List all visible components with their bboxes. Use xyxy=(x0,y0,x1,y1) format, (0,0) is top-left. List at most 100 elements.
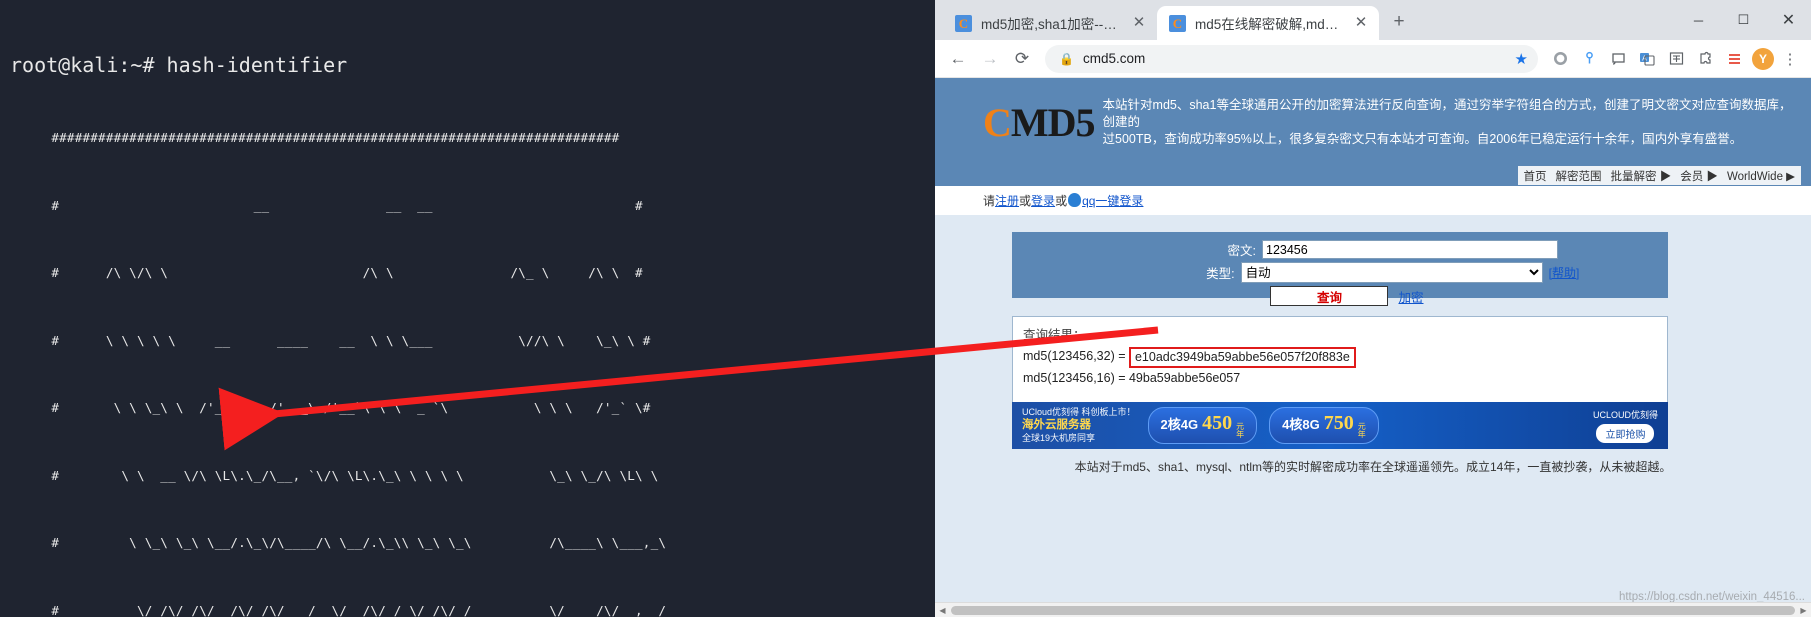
forward-button-icon[interactable]: → xyxy=(975,44,1005,74)
ad-offer-1-core: 2核4G xyxy=(1160,417,1199,432)
cipher-input[interactable] xyxy=(1262,240,1558,259)
scroll-right-arrow-icon[interactable]: ▶ xyxy=(1796,606,1811,615)
ad-offer-2-price: 750 xyxy=(1323,412,1354,434)
result-hash-highlighted: e10adc3949ba59abbe56e057f20f883e xyxy=(1128,347,1356,368)
ad-banner[interactable]: UCloud优刻得 科创板上市！ 海外云服务器 全球19大机房同享 2核4G 4… xyxy=(1012,402,1668,449)
puzzle-icon[interactable] xyxy=(1692,46,1718,72)
nav-item-member[interactable]: 会员 ▶ xyxy=(1680,168,1718,184)
nav-item-scope[interactable]: 解密范围 xyxy=(1556,168,1602,184)
browser-tab-2[interactable]: C md5在线解密破解,md5解密加密 ✕ xyxy=(1157,6,1379,40)
encrypt-link[interactable]: 加密 xyxy=(1398,287,1423,306)
register-link[interactable]: 注册 xyxy=(995,194,1019,208)
banner-line: # \ \_\ \_\ \__/.\_\/\____/\ \__/.\_\\ \… xyxy=(28,535,667,551)
result-line-16: md5(123456,16) = 49ba59abbe56e057 xyxy=(1023,371,1241,385)
translate-icon[interactable]: A xyxy=(1634,46,1660,72)
ad-unit-bottom: 年 xyxy=(1357,430,1366,439)
site-nav: 首页 解密范围 批量解密 ▶ 会员 ▶ WorldWide ▶ xyxy=(935,166,1811,186)
ad-offer-2: 4核8G 750 元年 xyxy=(1269,407,1379,444)
cast-icon[interactable] xyxy=(1605,46,1631,72)
ad-right: UCLOUD优刻得 立即抢购 xyxy=(1593,408,1668,443)
ad-offer-1-unit: 元年 xyxy=(1236,423,1244,439)
ad-unit-bottom: 年 xyxy=(1236,430,1245,439)
profile-avatar[interactable]: Y xyxy=(1752,47,1774,70)
cipher-row: 密文: xyxy=(1012,240,1668,259)
logo-letter-c: C xyxy=(983,99,1012,145)
ad-offer-1-price: 450 xyxy=(1202,412,1233,434)
submit-row: 查询 加密 xyxy=(1012,286,1668,306)
browser-window[interactable]: C md5加密,sha1加密--cmd5 ✕ C md5在线解密破解,md5解密… xyxy=(935,0,1811,617)
minimize-button[interactable]: ─ xyxy=(1676,4,1721,36)
site-header: CMD5 本站针对md5、sha1等全球通用公开的加密算法进行反向查询，通过穷举… xyxy=(935,78,1811,166)
web-page-viewport: CMD5 本站针对md5、sha1等全球通用公开的加密算法进行反向查询，通过穷举… xyxy=(935,78,1811,617)
lock-icon: 🔒 xyxy=(1059,51,1074,66)
ad-left: UCloud优刻得 科创板上市！ 海外云服务器 全球19大机房同享 xyxy=(1012,406,1136,445)
horizontal-scrollbar[interactable]: ◀ ▶ xyxy=(935,602,1811,617)
qq-login-link[interactable]: qq一键登录 xyxy=(1082,194,1143,208)
login-row: 请注册或登录或 qq一键登录 xyxy=(935,186,1811,215)
terminal-command: hash-identifier xyxy=(166,53,348,78)
pin-icon[interactable] xyxy=(1576,46,1602,72)
site-description-line-2: 过500TB，查询成功率95%以上，很多复杂密文只有本站才可查询。自2006年已… xyxy=(1102,131,1743,146)
ime-icon[interactable] xyxy=(1663,46,1689,72)
login-or-2: 或 xyxy=(1055,194,1068,208)
query-button[interactable]: 查询 xyxy=(1270,286,1389,306)
new-tab-button[interactable]: + xyxy=(1385,9,1413,37)
result-title: 查询结果： xyxy=(1023,328,1086,342)
terminal-window[interactable]: root@kali:~# hash-identifier ###########… xyxy=(0,0,935,617)
address-bar[interactable]: 🔒 cmd5.com ★ xyxy=(1045,44,1538,73)
cmd5-logo[interactable]: CMD5 xyxy=(983,99,1096,146)
nav-item-home[interactable]: 首页 xyxy=(1524,168,1547,184)
banner-line: # \ \ __ \/\ \L\.\_/\__, `\/\ \L\.\_\ \ … xyxy=(28,467,659,483)
signin-link[interactable]: 登录 xyxy=(1031,194,1055,208)
back-button-icon[interactable]: ← xyxy=(943,44,973,74)
ad-headline: 海外云服务器 xyxy=(1022,419,1091,431)
browser-tab-1[interactable]: C md5加密,sha1加密--cmd5 ✕ xyxy=(943,6,1157,40)
bookmark-star-icon[interactable]: ★ xyxy=(1515,50,1528,68)
result-line-32: md5(123456,32) = e10adc3949ba59abbe56e05… xyxy=(1023,346,1667,368)
nav-item-batch[interactable]: 批量解密 ▶ xyxy=(1611,168,1672,184)
result-line-32-prefix: md5(123456,32) = xyxy=(1023,349,1129,363)
ad-brand: UCLOUD优刻得 xyxy=(1592,410,1658,420)
ad-offer-2-unit: 元年 xyxy=(1358,423,1366,439)
page-body: 密文: 类型: 自动 [帮助] 查询 加密 xyxy=(935,215,1811,617)
window-close-button[interactable]: ✕ xyxy=(1766,4,1811,36)
scrollbar-thumb[interactable] xyxy=(951,605,1795,615)
tab-strip: C md5加密,sha1加密--cmd5 ✕ C md5在线解密破解,md5解密… xyxy=(935,0,1811,40)
cipher-label: 密文: xyxy=(1227,244,1256,258)
banner-line: # __ __ __ # xyxy=(28,197,643,213)
logo-letters-md5: MD5 xyxy=(1010,99,1096,145)
ad-offer-1: 2核4G 450 元年 xyxy=(1147,407,1258,444)
ad-offer-2-core: 4核8G xyxy=(1282,417,1320,432)
maximize-button[interactable]: ☐ xyxy=(1721,4,1766,36)
site-description-line-1: 本站针对md5、sha1等全球通用公开的加密算法进行反向查询，通过穷举字符组合的… xyxy=(1102,97,1792,129)
list-icon[interactable] xyxy=(1721,46,1747,72)
banner-line: # \ \ \_\ \ /'__`\ /',__\ /'__`\ \ \ _ `… xyxy=(28,400,651,416)
terminal-prompt-line: root@kali:~# hash-identifier xyxy=(8,53,935,79)
type-select[interactable]: 自动 xyxy=(1240,262,1543,283)
circle-icon[interactable] xyxy=(1547,46,1573,72)
type-label: 类型: xyxy=(1206,267,1235,281)
terminal-prompt: root@kali:~# xyxy=(10,53,167,78)
ad-subline: 全球19大机房同享 xyxy=(1022,433,1096,443)
reload-button-icon[interactable]: ⟳ xyxy=(1007,44,1037,74)
window-controls: ─ ☐ ✕ xyxy=(1676,0,1811,40)
site-description: 本站针对md5、sha1等全球通用公开的加密算法进行反向查询，通过穷举字符组合的… xyxy=(1103,97,1793,148)
tab-close-icon[interactable]: ✕ xyxy=(1353,15,1369,31)
tab-close-icon[interactable]: ✕ xyxy=(1131,15,1147,31)
site-nav-items: 首页 解密范围 批量解密 ▶ 会员 ▶ WorldWide ▶ xyxy=(1517,166,1801,185)
ad-badge: UCloud优刻得 科创板上市！ xyxy=(1022,407,1136,417)
scroll-left-arrow-icon[interactable]: ◀ xyxy=(935,606,950,615)
banner-line: # /\ \/\ \ /\ \ /\_ \ /\ \ # xyxy=(28,265,643,281)
nav-item-worldwide[interactable]: WorldWide ▶ xyxy=(1727,169,1795,183)
url-text: cmd5.com xyxy=(1082,51,1146,66)
banner-line: # \ \ \ \ \ __ ____ __ \ \ \___ \//\ \ \… xyxy=(28,332,651,348)
ad-cta-button[interactable]: 立即抢购 xyxy=(1596,424,1655,443)
site-footnote: 本站对于md5、sha1、mysql、ntlm等的实时解密成功率在全球遥遥领先。… xyxy=(1074,460,1672,474)
cmd5-favicon-icon: C xyxy=(955,14,972,32)
browser-menu-icon[interactable]: ⋮ xyxy=(1777,46,1803,72)
qq-icon xyxy=(1068,193,1082,207)
login-or: 或 xyxy=(1019,194,1032,208)
banner-rule-top: ########################################… xyxy=(28,129,620,145)
help-link[interactable]: [帮助] xyxy=(1549,264,1580,281)
query-form: 密文: 类型: 自动 [帮助] 查询 加密 xyxy=(1012,232,1668,306)
